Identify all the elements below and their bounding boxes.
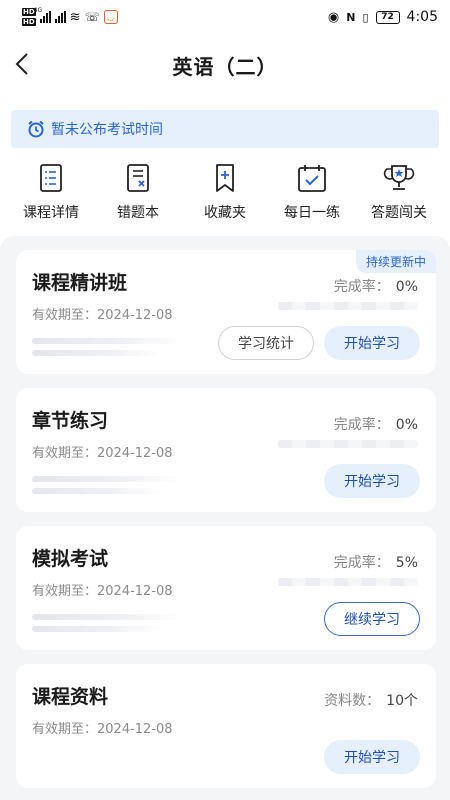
start-study-button[interactable]: 开始学习 — [324, 740, 420, 774]
stat-value: 5% — [395, 555, 418, 571]
start-study-button[interactable]: 开始学习 — [324, 464, 420, 498]
bookmark-icon — [216, 164, 234, 192]
page-title: 英语（二） — [172, 54, 278, 79]
alarm-clock-icon — [28, 120, 44, 138]
quick-label: 错题本 — [117, 205, 159, 221]
list-document-icon — [40, 164, 62, 192]
chevron-left-icon — [15, 53, 28, 75]
course-cards-area: 持续更新中 课程精讲班 有效期至：2024-12-08 完成率： 0% 学习统计 … — [0, 236, 450, 800]
blurred-placeholder — [32, 338, 182, 344]
header: 英语（二） — [0, 34, 450, 96]
continue-study-button[interactable]: 继续学习 — [324, 602, 420, 636]
calendar-check-icon — [298, 165, 326, 192]
updating-badge: 持续更新中 — [355, 250, 436, 273]
wrong-answer-icon — [127, 164, 149, 192]
vibrate-icon: ▯ — [362, 10, 369, 24]
completion-rate: 完成率： 0% — [334, 414, 418, 434]
stat-label: 资料数： — [324, 693, 381, 709]
battery-icon: 72 — [375, 10, 400, 24]
quick-favorites[interactable]: 收藏夹 — [184, 162, 266, 222]
quick-menu: 课程详情 错题本 收藏夹 每日一练 答题闯关 — [0, 148, 450, 222]
blurred-placeholder — [32, 476, 182, 482]
quick-label: 课程详情 — [23, 205, 79, 221]
card-course-lecture: 持续更新中 课程精讲班 有效期至：2024-12-08 完成率： 0% 学习统计 … — [16, 250, 436, 374]
signal-icon-2 — [54, 11, 66, 23]
blurred-placeholder — [32, 614, 182, 620]
eye-icon: ◉ — [327, 9, 340, 25]
blurred-placeholder — [32, 350, 162, 356]
notice-text: 暂未公布考试时间 — [51, 122, 163, 138]
quick-course-detail[interactable]: 课程详情 — [10, 162, 92, 222]
status-time: 4:05 — [406, 9, 438, 25]
study-stats-button[interactable]: 学习统计 — [218, 326, 314, 360]
card-valid-date: 有效期至：2024-12-08 — [32, 722, 173, 737]
quick-label: 收藏夹 — [204, 205, 246, 221]
blurred-placeholder — [278, 440, 418, 448]
signal-icon: 4G — [34, 7, 51, 23]
wifi-icon: ≋ — [69, 9, 81, 25]
card-course-materials: 课程资料 有效期至：2024-12-08 资料数： 10个 开始学习 — [16, 664, 436, 788]
blurred-placeholder — [32, 488, 162, 494]
stat-value: 0% — [395, 279, 418, 295]
start-study-button[interactable]: 开始学习 — [324, 326, 420, 360]
material-count: 资料数： 10个 — [324, 690, 418, 710]
nfc-icon: N — [346, 10, 356, 24]
completion-rate: 完成率： 0% — [334, 276, 418, 296]
card-chapter-practice: 章节练习 有效期至：2024-12-08 完成率： 0% 开始学习 — [16, 388, 436, 512]
status-bar: HD HD 4G ≋ ☏ ◡ ◉ N ▯ 72 4:05 — [0, 0, 450, 34]
completion-rate: 完成率： 5% — [334, 552, 418, 572]
back-button[interactable] — [12, 50, 36, 78]
stat-label: 完成率： — [333, 417, 390, 433]
app-notification-icon: ◡ — [103, 10, 118, 24]
stat-label: 完成率： — [333, 555, 390, 571]
stat-value: 0% — [395, 417, 418, 433]
call-icon: ☏ — [84, 10, 100, 24]
blurred-placeholder — [278, 578, 418, 586]
blurred-placeholder — [32, 626, 162, 632]
status-right: ◉ N ▯ 72 4:05 — [328, 9, 438, 25]
quick-label: 每日一练 — [284, 205, 340, 221]
trophy-icon — [383, 165, 415, 190]
card-mock-exam: 模拟考试 有效期至：2024-12-08 完成率： 5% 继续学习 — [16, 526, 436, 650]
status-left: HD HD 4G ≋ ☏ ◡ — [22, 7, 118, 27]
quick-wrong-book[interactable]: 错题本 — [97, 162, 179, 222]
quick-challenge[interactable]: 答题闯关 — [358, 162, 440, 222]
network-type: 4G — [33, 7, 43, 14]
stat-label: 完成率： — [333, 279, 390, 295]
stat-value: 10个 — [386, 693, 418, 709]
blurred-placeholder — [278, 302, 418, 310]
quick-label: 答题闯关 — [371, 205, 427, 221]
quick-daily-practice[interactable]: 每日一练 — [271, 162, 353, 222]
exam-time-notice: 暂未公布考试时间 — [11, 110, 439, 148]
